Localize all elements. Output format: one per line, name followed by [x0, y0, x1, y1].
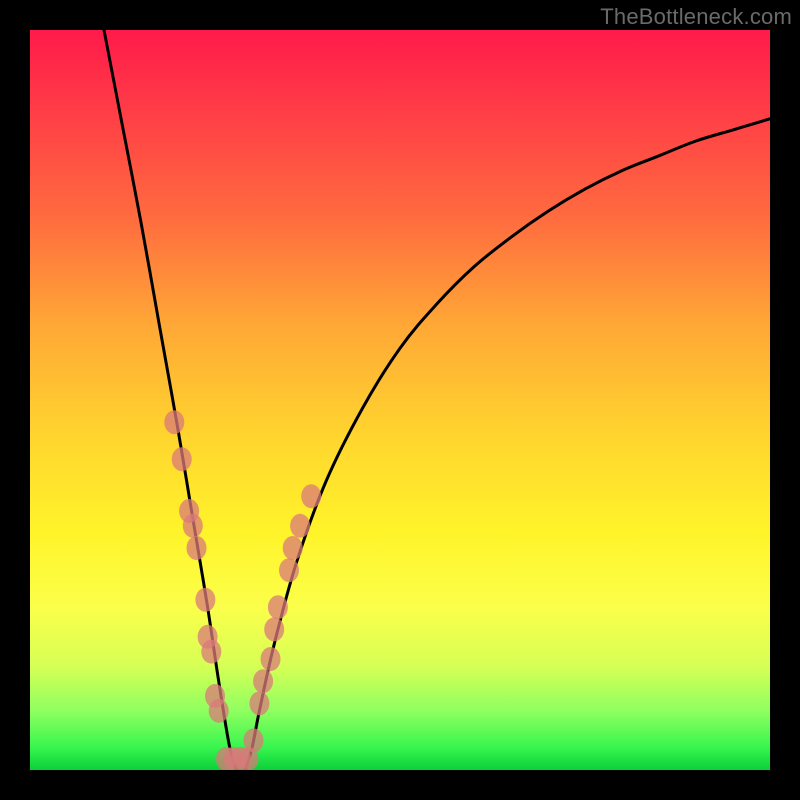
data-point [283, 536, 303, 560]
data-point [205, 684, 225, 708]
watermark-text: TheBottleneck.com [600, 4, 792, 30]
bottleneck-curve [104, 30, 770, 770]
data-point [290, 514, 310, 538]
data-point [183, 514, 203, 538]
chart-svg [30, 30, 770, 770]
data-point [268, 595, 288, 619]
data-point [301, 484, 321, 508]
data-point [195, 588, 215, 612]
data-point [198, 625, 218, 649]
data-point [231, 747, 251, 770]
data-point [164, 410, 184, 434]
curve-path [104, 30, 770, 770]
chart-frame: TheBottleneck.com [0, 0, 800, 800]
plot-area [30, 30, 770, 770]
data-point [224, 747, 244, 770]
data-point [179, 499, 199, 523]
data-point [187, 536, 207, 560]
data-point [249, 691, 269, 715]
data-point [253, 669, 273, 693]
data-point [261, 647, 281, 671]
data-point [279, 558, 299, 582]
data-point [201, 640, 221, 664]
data-point [172, 447, 192, 471]
data-point [209, 699, 229, 723]
data-point-markers [164, 410, 321, 770]
data-point [216, 747, 236, 770]
data-point [264, 617, 284, 641]
data-point [243, 728, 263, 752]
data-point [238, 747, 258, 770]
